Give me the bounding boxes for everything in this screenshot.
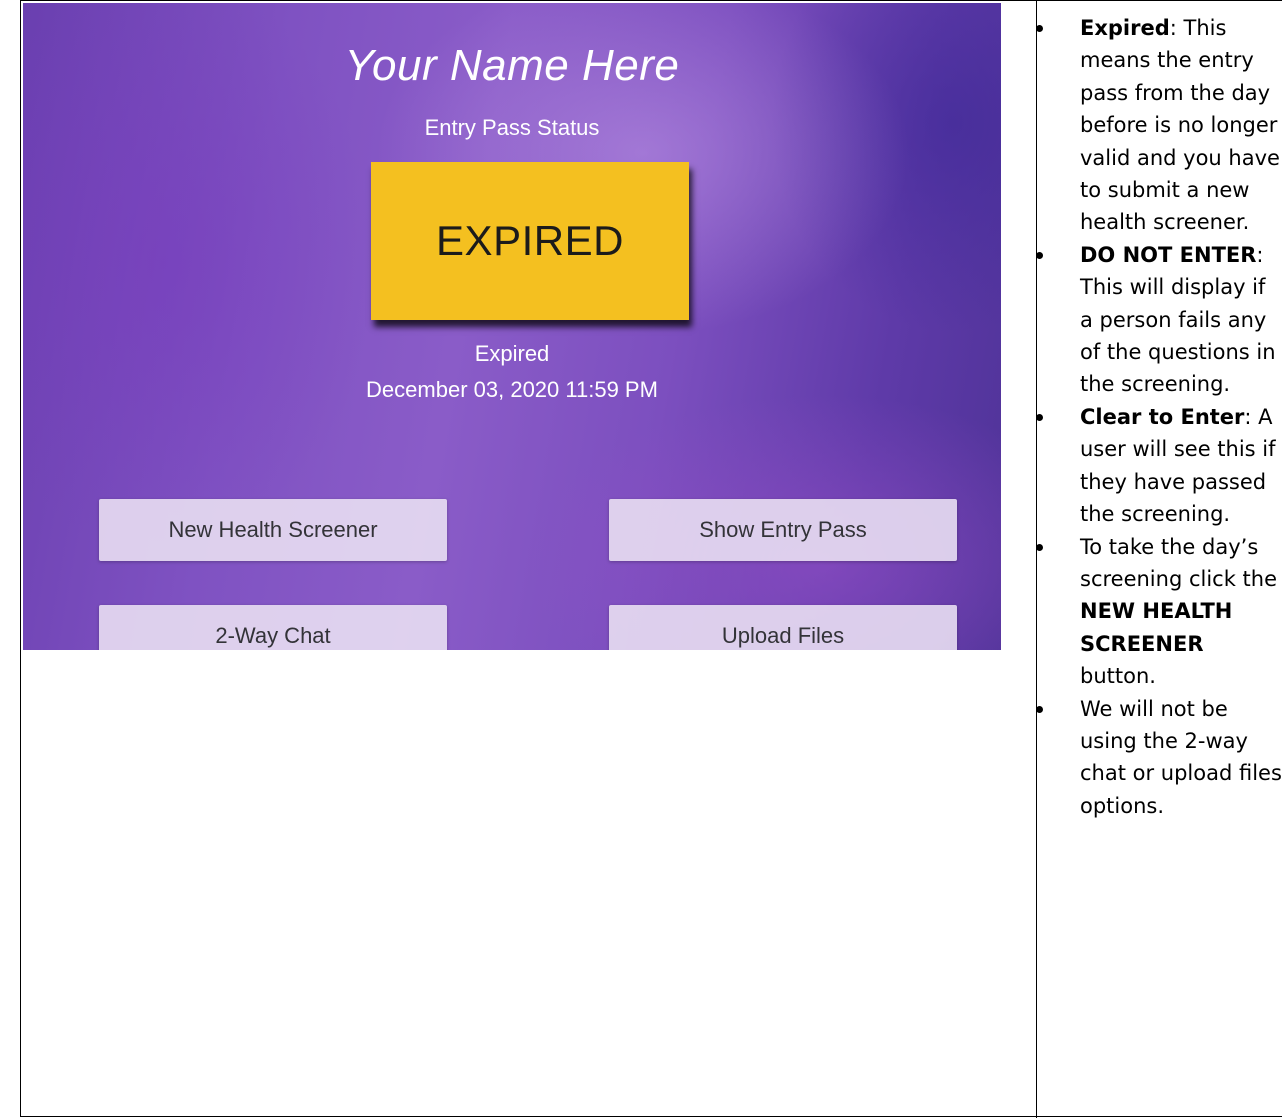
note-term-new-health-screener: NEW HEALTH SCREENER <box>1080 599 1233 656</box>
status-notes-list: Expired: This means the entry pass from … <box>1036 12 1282 822</box>
note-text-take-screening-before: To take the day’s screening click the <box>1080 534 1278 591</box>
note-separator: : <box>1169 16 1184 40</box>
upload-files-button[interactable]: Upload Files <box>609 605 957 650</box>
note-text-expired: This means the entry pass from the day b… <box>1080 16 1280 235</box>
note-term-clear-to-enter: Clear to Enter <box>1080 404 1245 429</box>
note-separator: : <box>1256 242 1264 267</box>
new-health-screener-button[interactable]: New Health Screener <box>99 499 447 561</box>
list-item: We will not be using the 2-way chat or u… <box>1036 693 1282 823</box>
note-term-do-not-enter: DO NOT ENTER <box>1080 242 1257 267</box>
note-term-expired: Expired <box>1080 16 1170 40</box>
entry-pass-status-label: Entry Pass Status <box>424 115 600 140</box>
list-item: DO NOT ENTER: This will display if a per… <box>1036 239 1282 401</box>
list-item: Clear to Enter: A user will see this if … <box>1036 401 1282 531</box>
list-item: Expired: This means the entry pass from … <box>1036 12 1282 239</box>
status-text: Expired <box>474 341 550 366</box>
status-badge: EXPIRED <box>371 162 689 320</box>
status-date: December 03, 2020 11:59 PM <box>366 377 658 402</box>
note-text-do-not-enter: This will display if a person fails any … <box>1080 275 1276 397</box>
user-name: Your Name Here <box>344 41 680 90</box>
note-text-not-using: We will not be using the 2-way chat or u… <box>1080 696 1282 818</box>
note-text-take-screening-after: button. <box>1080 664 1156 689</box>
list-item: To take the day’s screening click the NE… <box>1036 531 1282 693</box>
note-separator: : <box>1244 404 1259 429</box>
entry-pass-screenshot: Your Name Here Entry Pass Status EXPIRED… <box>23 3 1001 650</box>
two-way-chat-button[interactable]: 2-Way Chat <box>99 605 447 650</box>
show-entry-pass-button[interactable]: Show Entry Pass <box>609 499 957 561</box>
